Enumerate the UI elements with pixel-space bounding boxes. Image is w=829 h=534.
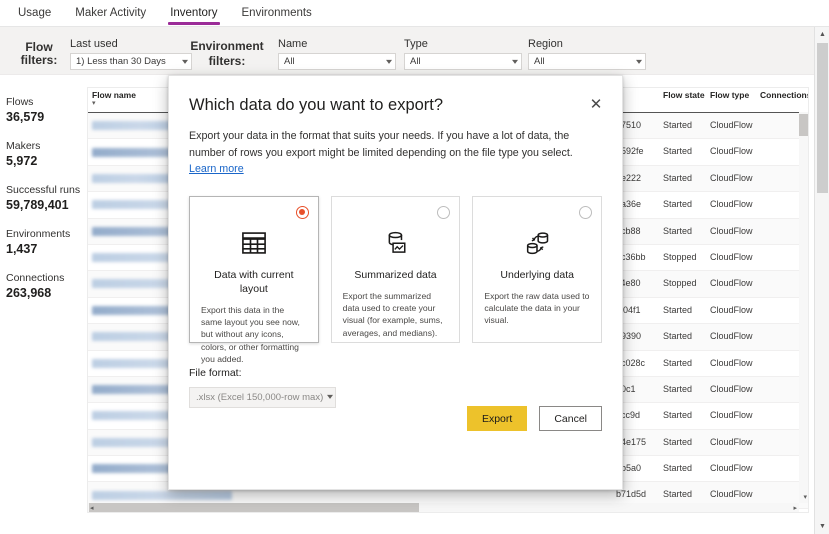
option-card-data-with-current-layout[interactable]: Data with current layout Export this dat… bbox=[189, 195, 319, 364]
radio-button-selected[interactable] bbox=[295, 205, 309, 219]
export-option-cards: Data with current layout Export this dat… bbox=[189, 195, 603, 364]
option-card-underlying-data[interactable]: Underlying data Export the raw data used… bbox=[472, 195, 603, 343]
table-grid-icon bbox=[201, 221, 307, 265]
radio-button-unselected[interactable] bbox=[437, 205, 451, 219]
learn-more-link[interactable]: Learn more bbox=[189, 163, 244, 175]
dialog-description-text: Export your data in the format that suit… bbox=[189, 130, 573, 159]
option-card-summarized-data[interactable]: Summarized data Export the summarized da… bbox=[330, 195, 461, 343]
option-description: Export the raw data used to calculate th… bbox=[484, 290, 590, 326]
chevron-down-icon: ▾ bbox=[326, 392, 334, 401]
database-sync-icon bbox=[484, 221, 590, 265]
file-format-value: .xlsx (Excel 150,000-row max) bbox=[196, 391, 324, 403]
dialog-description: Export your data in the format that suit… bbox=[189, 128, 589, 178]
close-icon[interactable]: ✕ bbox=[586, 94, 606, 114]
file-format-label: File format: bbox=[189, 366, 242, 379]
option-description: Export the summarized data used to creat… bbox=[342, 290, 443, 338]
dialog-actions: Export Cancel bbox=[466, 406, 602, 431]
option-title: Underlying data bbox=[500, 268, 574, 281]
radio-button-unselected[interactable] bbox=[579, 205, 593, 219]
export-data-dialog: ✕ Which data do you want to export? Expo… bbox=[168, 75, 623, 490]
option-title: Summarized data bbox=[354, 268, 437, 281]
option-description: Export this data in the same layout you … bbox=[201, 304, 300, 365]
dialog-title: Which data do you want to export? bbox=[189, 96, 444, 114]
export-button[interactable]: Export bbox=[466, 406, 528, 431]
cancel-button[interactable]: Cancel bbox=[539, 406, 602, 431]
app-root: Usage Maker Activity Inventory Environme… bbox=[0, 0, 829, 534]
file-format-select[interactable]: .xlsx (Excel 150,000-row max) ▾ bbox=[189, 386, 336, 408]
database-chart-icon bbox=[343, 221, 449, 265]
option-title: Data with current layout bbox=[214, 268, 294, 295]
